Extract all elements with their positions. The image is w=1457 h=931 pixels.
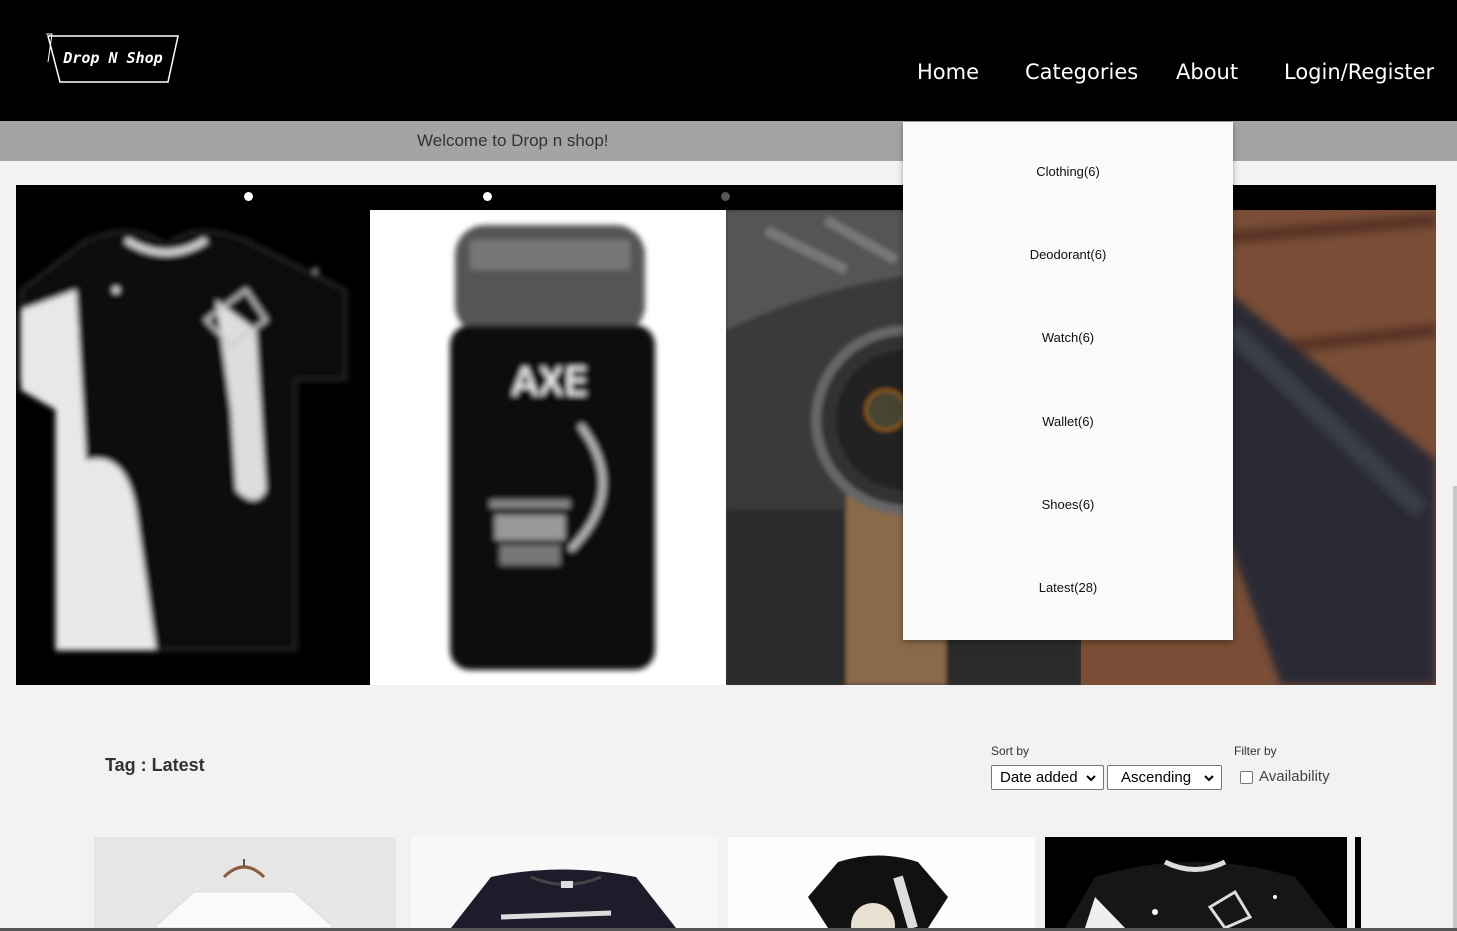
category-clothing[interactable]: Clothing(6): [903, 164, 1233, 179]
category-wallet[interactable]: Wallet(6): [903, 414, 1233, 429]
product-image: [808, 855, 948, 928]
category-watch[interactable]: Watch(6): [903, 330, 1233, 345]
categories-dropdown-menu: Clothing(6) Deodorant(6) Watch(6) Wallet…: [903, 122, 1233, 640]
svg-text:AXE: AXE: [512, 360, 588, 404]
top-navigation-bar: Drop N Shop Home Categories About Login/…: [0, 0, 1457, 121]
tag-title: Tag : Latest: [105, 755, 205, 775]
nav-about[interactable]: About: [1176, 60, 1238, 84]
brand-logo[interactable]: Drop N Shop: [44, 32, 182, 86]
chevron-down-icon: [1085, 771, 1097, 788]
availability-checkbox[interactable]: [1240, 771, 1253, 784]
sort-field-value: Date added: [1000, 769, 1078, 786]
category-deodorant[interactable]: Deodorant(6): [903, 247, 1233, 262]
welcome-banner: Welcome to Drop n shop!: [0, 121, 1457, 161]
category-shoes[interactable]: Shoes(6): [903, 497, 1233, 512]
product-image: [153, 859, 335, 928]
chevron-down-icon: [1203, 771, 1215, 788]
nav-login-register[interactable]: Login/Register: [1284, 60, 1434, 84]
product-card[interactable]: [728, 837, 1035, 928]
nav-categories[interactable]: Categories: [1025, 60, 1138, 84]
sort-order-value: Ascending: [1121, 769, 1192, 786]
availability-label: Availability: [1259, 768, 1330, 785]
product-card[interactable]: [411, 837, 718, 928]
filter-by-label: Filter by: [1234, 744, 1277, 758]
carousel-dot-1[interactable]: [244, 192, 253, 201]
slide-deodorant-image: AXE: [370, 210, 726, 685]
page-scrollbar[interactable]: [1453, 486, 1457, 928]
carousel-dot-3[interactable]: [721, 192, 730, 201]
next-product-card-edge[interactable]: [1355, 837, 1361, 928]
sort-by-label: Sort by: [991, 744, 1030, 758]
product-image: [1065, 859, 1335, 928]
nav-home[interactable]: Home: [917, 60, 979, 84]
product-card[interactable]: [1045, 837, 1347, 928]
product-image: [451, 869, 676, 928]
welcome-text: Welcome to Drop n shop!: [417, 131, 609, 150]
product-card[interactable]: [94, 837, 396, 928]
sort-field-select[interactable]: Date added: [991, 765, 1104, 790]
carousel-dot-2[interactable]: [483, 192, 492, 201]
logo-text: Drop N Shop: [63, 49, 163, 67]
sort-order-select[interactable]: Ascending: [1107, 765, 1222, 790]
category-latest[interactable]: Latest(28): [903, 580, 1233, 595]
slide-tshirt-image: [16, 210, 370, 685]
